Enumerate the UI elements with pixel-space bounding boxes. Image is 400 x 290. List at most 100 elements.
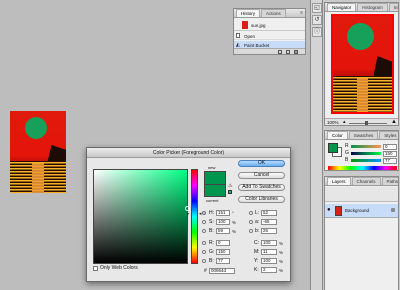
current-color-swatch[interactable] — [204, 184, 226, 197]
foreground-swatch[interactable] — [328, 143, 338, 153]
slider-value[interactable]: 150 — [383, 151, 397, 157]
slider-label: R — [345, 143, 349, 149]
new-label: new — [208, 165, 216, 170]
tab-info[interactable]: Info — [388, 3, 398, 11]
field-label: H: — [209, 210, 214, 216]
zoom-value[interactable]: 100% — [327, 120, 339, 125]
lab-b-input[interactable]: 26 — [261, 228, 277, 234]
new-color-swatch — [204, 171, 226, 184]
tab-histogram[interactable]: Histogram — [357, 3, 388, 11]
field-label: K: — [254, 267, 259, 273]
tab-channels[interactable]: Channels — [351, 177, 381, 185]
l-input[interactable]: 52 — [261, 210, 277, 216]
slider-label: B — [345, 157, 349, 163]
h-input[interactable]: 151 — [216, 210, 230, 216]
s-input[interactable]: 100 — [216, 219, 230, 225]
hue-slider[interactable] — [191, 169, 198, 264]
history-item-open[interactable]: Open — [234, 32, 305, 40]
zoom-slider-thumb[interactable] — [365, 121, 368, 125]
tab-swatches[interactable]: Swatches — [348, 131, 379, 139]
navigator-icon[interactable]: ◱ — [312, 3, 322, 13]
color-tabbar: Color Swatches Styles — [325, 131, 398, 140]
tab-history[interactable]: History — [236, 9, 261, 17]
trash-icon[interactable] — [294, 50, 298, 54]
radio-g[interactable] — [202, 250, 206, 254]
dialog-titlebar[interactable]: Color Picker (Foreground Color) — [87, 148, 290, 158]
field-label: S: — [209, 219, 214, 225]
color-libraries-button[interactable]: Color Libraries — [238, 196, 285, 203]
layer-row-background[interactable]: ● Background — [325, 204, 398, 218]
color-spectrum-bar[interactable] — [328, 166, 397, 170]
b-input[interactable]: 59 — [216, 228, 230, 234]
navigator-preview-frame — [331, 14, 394, 114]
only-web-colors-checkbox[interactable] — [93, 266, 98, 271]
tab-layers[interactable]: Layers — [327, 177, 351, 185]
green-circle — [347, 23, 374, 50]
sun-reflection — [32, 163, 44, 193]
radio-h[interactable] — [202, 211, 206, 215]
color-slider-g[interactable]: G 150 — [345, 150, 398, 157]
history-icon[interactable]: ↺ — [312, 15, 322, 25]
cancel-button[interactable]: Cancel — [238, 172, 285, 179]
field-label: b: — [255, 228, 260, 234]
hue-slider-left-arrow[interactable]: ▸ — [187, 211, 190, 217]
info-icon[interactable]: ⓘ — [312, 27, 322, 37]
color-slider-b[interactable]: B 77 — [345, 157, 398, 164]
radio-b[interactable] — [202, 229, 206, 233]
history-snapshot-row[interactable]: sun.jpg — [234, 19, 305, 31]
radio-r[interactable] — [202, 241, 206, 245]
y-input[interactable]: 100 — [261, 258, 277, 264]
slider-label: G — [345, 150, 349, 156]
slider-value[interactable]: 77 — [383, 158, 397, 164]
tab-color[interactable]: Color — [327, 131, 348, 139]
lock-icon — [391, 208, 395, 212]
unit-degree: ° — [232, 211, 234, 216]
panel-menu-icon[interactable]: ≡ — [300, 10, 303, 16]
r-input[interactable]: 0 — [216, 240, 230, 246]
history-footer — [234, 48, 305, 54]
field-label: R: — [209, 240, 214, 246]
g-input[interactable]: 150 — [216, 249, 230, 255]
c-input[interactable]: 100 — [261, 240, 277, 246]
hex-input[interactable]: 00964d — [209, 268, 235, 274]
web-safe-cube-icon[interactable] — [228, 190, 232, 194]
radio-blue[interactable] — [202, 259, 206, 263]
new-snapshot-icon[interactable] — [286, 50, 290, 54]
out-of-gamut-warning-icon[interactable]: ⚠ — [228, 183, 232, 189]
field-label: Y: — [254, 258, 259, 264]
add-to-swatches-button[interactable]: Add To Swatches — [238, 184, 285, 191]
tab-navigator[interactable]: Navigator — [327, 3, 357, 11]
layer-options-bar — [325, 187, 398, 202]
field-label: M: — [254, 249, 260, 255]
m-input[interactable]: 11 — [261, 249, 277, 255]
slider-track[interactable] — [351, 159, 381, 162]
only-web-colors-label: Only Web Colors — [100, 265, 138, 271]
k-input[interactable]: 2 — [261, 267, 277, 273]
slider-value[interactable]: 0 — [383, 144, 397, 150]
green-circle — [25, 117, 47, 139]
blue-input[interactable]: 77 — [216, 258, 230, 264]
zoom-in-icon[interactable]: ▲ — [391, 119, 397, 125]
new-document-icon[interactable] — [278, 50, 282, 54]
navigator-panel: Navigator Histogram Info 100% ▴ ▲ — [324, 2, 399, 126]
history-panel: History Actions ≡ sun.jpg Open ◭ Paint B… — [233, 8, 306, 55]
radio-a[interactable] — [249, 220, 253, 224]
radio-l[interactable] — [249, 211, 253, 215]
visibility-eye-icon[interactable]: ● — [327, 207, 331, 213]
layer-thumbnail — [335, 206, 342, 216]
field-label: B: — [209, 258, 214, 264]
color-slider-r[interactable]: R 0 — [345, 143, 398, 150]
tab-actions[interactable]: Actions — [261, 9, 286, 17]
zoom-out-icon[interactable]: ▴ — [343, 119, 346, 125]
tab-paths[interactable]: Paths — [381, 177, 398, 185]
slider-track[interactable] — [351, 145, 381, 148]
radio-lab-b[interactable] — [249, 229, 253, 233]
radio-s[interactable] — [202, 220, 206, 224]
slider-track[interactable] — [351, 152, 381, 155]
ok-button[interactable]: OK — [238, 160, 285, 167]
a-input[interactable]: -65 — [261, 219, 277, 225]
zoom-slider-track[interactable] — [349, 123, 387, 124]
tab-styles[interactable]: Styles — [379, 131, 398, 139]
color-field[interactable] — [93, 169, 190, 264]
color-picker-dialog: Color Picker (Foreground Color) ▸ ◂ new … — [86, 147, 291, 282]
